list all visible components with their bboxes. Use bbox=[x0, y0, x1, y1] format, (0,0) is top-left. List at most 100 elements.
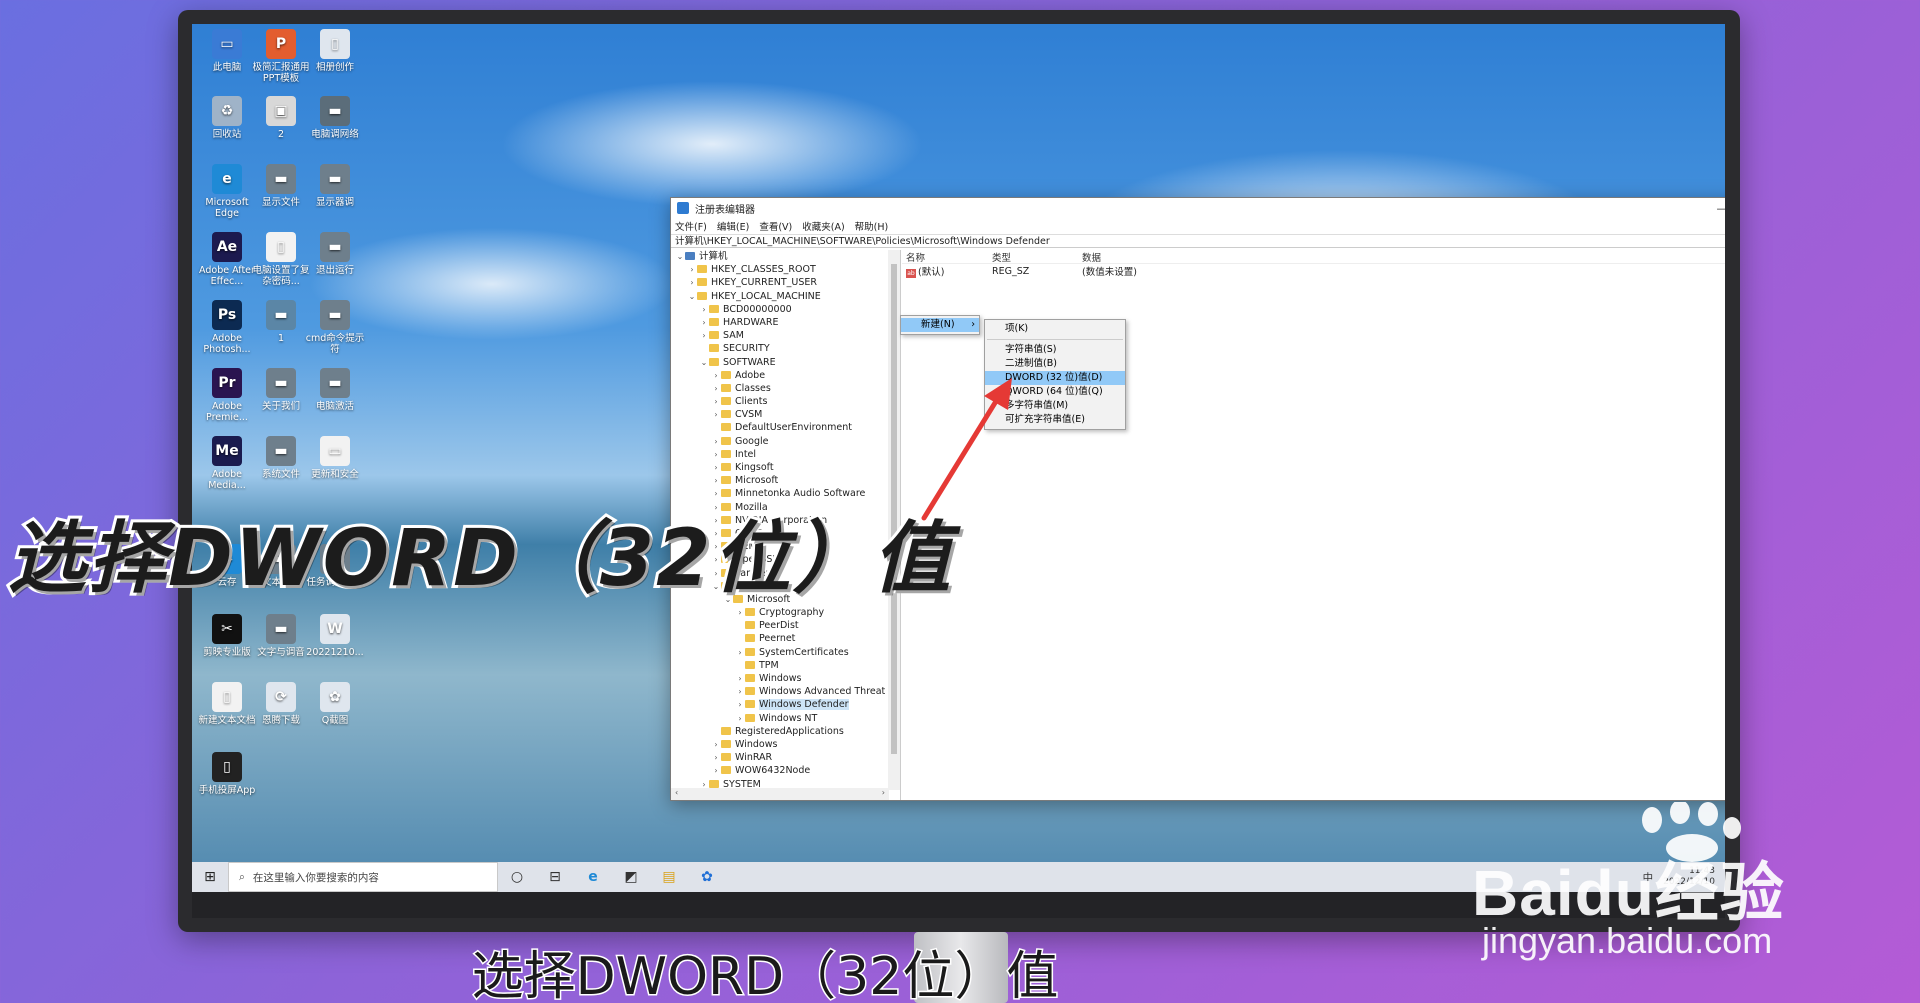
expand-chevron-icon[interactable]: › bbox=[711, 369, 721, 382]
expand-chevron-icon[interactable]: › bbox=[735, 606, 745, 619]
desktop-icon[interactable]: ▭ 此电脑 bbox=[196, 29, 258, 73]
tree-node[interactable]: PeerDist bbox=[671, 619, 900, 632]
menu-help[interactable]: 帮助(H) bbox=[855, 219, 889, 233]
desktop-icon[interactable]: ▯ 手机投屏App bbox=[196, 752, 258, 796]
desktop-icon[interactable]: ▣ 2 bbox=[250, 96, 312, 140]
tree-node[interactable]: › Kingsoft bbox=[671, 461, 900, 474]
submenu-item[interactable]: 项(K) bbox=[985, 322, 1125, 336]
tree-node[interactable]: › Windows bbox=[671, 738, 900, 751]
tree-node[interactable]: ⌄ SOFTWARE bbox=[671, 356, 900, 369]
expand-chevron-icon[interactable]: › bbox=[699, 316, 709, 329]
expand-chevron-icon[interactable]: › bbox=[735, 672, 745, 685]
value-row[interactable]: ab (默认) REG_SZ (数值未设置) bbox=[902, 264, 1725, 278]
desktop-icon[interactable]: ▬ 文字与调音 bbox=[250, 614, 312, 658]
expand-chevron-icon[interactable]: › bbox=[711, 448, 721, 461]
menu-favorites[interactable]: 收藏夹(A) bbox=[802, 219, 844, 233]
taskbar-search[interactable]: ⌕ 在这里输入你要搜索的内容 bbox=[228, 862, 498, 892]
desktop-icon[interactable]: P 极简汇报通用PPT模板 bbox=[250, 29, 312, 84]
expand-chevron-icon[interactable]: › bbox=[711, 764, 721, 777]
desktop-icon[interactable]: e Microsoft Edge bbox=[196, 164, 258, 219]
expand-chevron-icon[interactable]: › bbox=[711, 395, 721, 408]
desktop-icon[interactable]: ▭ 更新和安全 bbox=[304, 436, 366, 480]
tree-node[interactable]: › WOW6432Node bbox=[671, 764, 900, 777]
submenu-item[interactable]: 字符串值(S) bbox=[985, 343, 1125, 357]
desktop-icon[interactable]: ▬ 关于我们 bbox=[250, 368, 312, 412]
scroll-left-icon[interactable]: ‹ bbox=[675, 788, 678, 800]
tree-node[interactable]: › Adobe bbox=[671, 369, 900, 382]
tree-node[interactable]: › SAM bbox=[671, 329, 900, 342]
edge-icon[interactable]: e bbox=[574, 862, 612, 892]
desktop-icon[interactable]: ✿ Q截图 bbox=[304, 682, 366, 726]
expand-chevron-icon[interactable]: ⌄ bbox=[675, 250, 685, 263]
tree-node[interactable]: Peernet bbox=[671, 632, 900, 645]
expand-chevron-icon[interactable]: › bbox=[687, 276, 697, 289]
expand-chevron-icon[interactable]: › bbox=[735, 712, 745, 725]
desktop-icon[interactable]: Pr Adobe Premie... bbox=[196, 368, 258, 423]
desktop-icon[interactable]: ▬ 系统文件 bbox=[250, 436, 312, 480]
desktop-icon[interactable]: ▬ cmd命令提示符 bbox=[304, 300, 366, 355]
desktop-icon[interactable]: ▬ 电脑调网络 bbox=[304, 96, 366, 140]
tree-node[interactable]: ⌄ 计算机 bbox=[671, 250, 900, 263]
tree-node[interactable]: SECURITY bbox=[671, 342, 900, 355]
expand-chevron-icon[interactable]: › bbox=[711, 461, 721, 474]
tree-node[interactable]: TPM bbox=[671, 659, 900, 672]
tree-node[interactable]: › Intel bbox=[671, 448, 900, 461]
desktop-icon[interactable]: ▯ 新建文本文档 bbox=[196, 682, 258, 726]
desktop-icon[interactable]: W 20221210... bbox=[304, 614, 366, 658]
col-name[interactable]: 名称 bbox=[902, 250, 992, 264]
expand-chevron-icon[interactable]: › bbox=[735, 685, 745, 698]
tree-horizontal-scrollbar[interactable]: ‹ › bbox=[671, 788, 889, 800]
col-type[interactable]: 类型 bbox=[992, 250, 1082, 264]
tree-node[interactable]: › Classes bbox=[671, 382, 900, 395]
tree-node[interactable]: › Cryptography bbox=[671, 606, 900, 619]
app-icon[interactable]: ✿ bbox=[688, 862, 726, 892]
expand-chevron-icon[interactable]: › bbox=[699, 329, 709, 342]
desktop-icon[interactable]: ▬ 电脑激活 bbox=[304, 368, 366, 412]
expand-chevron-icon[interactable]: › bbox=[711, 474, 721, 487]
menu-view[interactable]: 查看(V) bbox=[759, 219, 792, 233]
tree-node[interactable]: › Windows Defender bbox=[671, 698, 900, 711]
menu-edit[interactable]: 编辑(E) bbox=[717, 219, 749, 233]
expand-chevron-icon[interactable]: ⌄ bbox=[699, 356, 709, 369]
menu-item-new[interactable]: 新建(N) › bbox=[901, 318, 979, 332]
tree-node[interactable]: › Clients bbox=[671, 395, 900, 408]
expand-chevron-icon[interactable]: › bbox=[711, 751, 721, 764]
desktop-icon[interactable]: ▬ 显示器调 bbox=[304, 164, 366, 208]
desktop-icon[interactable]: ✂ 剪映专业版 bbox=[196, 614, 258, 658]
desktop-icon[interactable]: ▬ 显示文件 bbox=[250, 164, 312, 208]
desktop-icon[interactable]: Ae Adobe After Effec... bbox=[196, 232, 258, 287]
minimize-button[interactable]: — bbox=[1704, 202, 1726, 215]
expand-chevron-icon[interactable]: › bbox=[735, 698, 745, 711]
expand-chevron-icon[interactable]: › bbox=[711, 382, 721, 395]
tree-node[interactable]: › CVSM bbox=[671, 408, 900, 421]
tree-node[interactable]: › Microsoft bbox=[671, 474, 900, 487]
desktop-icon[interactable]: ▯ 相册创作 bbox=[304, 29, 366, 73]
desktop-icon[interactable]: ▬ 退出运行 bbox=[304, 232, 366, 276]
desktop-icon[interactable]: Me Adobe Media... bbox=[196, 436, 258, 491]
desktop-icon[interactable]: ♻ 回收站 bbox=[196, 96, 258, 140]
tree-node[interactable]: › SystemCertificates bbox=[671, 646, 900, 659]
file-explorer-icon[interactable]: ▤ bbox=[650, 862, 688, 892]
expand-chevron-icon[interactable]: › bbox=[699, 303, 709, 316]
expand-chevron-icon[interactable]: › bbox=[711, 408, 721, 421]
tree-node[interactable]: › HARDWARE bbox=[671, 316, 900, 329]
title-bar[interactable]: 注册表编辑器 — ☐ ✕ bbox=[671, 198, 1725, 218]
regedit-task-icon[interactable]: ◩ bbox=[612, 862, 650, 892]
desktop-icon[interactable]: ▬ 1 bbox=[250, 300, 312, 344]
desktop-icon[interactable]: ▯ 电脑设置了复杂密码... bbox=[250, 232, 312, 287]
submenu-item[interactable]: 二进制值(B) bbox=[985, 357, 1125, 371]
tree-node[interactable]: › Windows bbox=[671, 672, 900, 685]
tree-node[interactable]: › Google bbox=[671, 435, 900, 448]
tree-node[interactable]: RegisteredApplications bbox=[671, 725, 900, 738]
address-bar[interactable]: 计算机\HKEY_LOCAL_MACHINE\SOFTWARE\Policies… bbox=[671, 234, 1725, 248]
expand-chevron-icon[interactable]: › bbox=[735, 646, 745, 659]
expand-chevron-icon[interactable]: › bbox=[711, 738, 721, 751]
expand-chevron-icon[interactable]: ⌄ bbox=[687, 290, 697, 303]
desktop-icon[interactable]: Ps Adobe Photosh... bbox=[196, 300, 258, 355]
tree-node[interactable]: › Windows Advanced Threat P bbox=[671, 685, 900, 698]
scroll-right-icon[interactable]: › bbox=[882, 788, 885, 800]
task-view-icon[interactable]: ⊟ bbox=[536, 862, 574, 892]
tree-node[interactable]: DefaultUserEnvironment bbox=[671, 421, 900, 434]
tree-node[interactable]: › HKEY_CURRENT_USER bbox=[671, 276, 900, 289]
start-button[interactable]: ⊞ bbox=[192, 862, 228, 892]
